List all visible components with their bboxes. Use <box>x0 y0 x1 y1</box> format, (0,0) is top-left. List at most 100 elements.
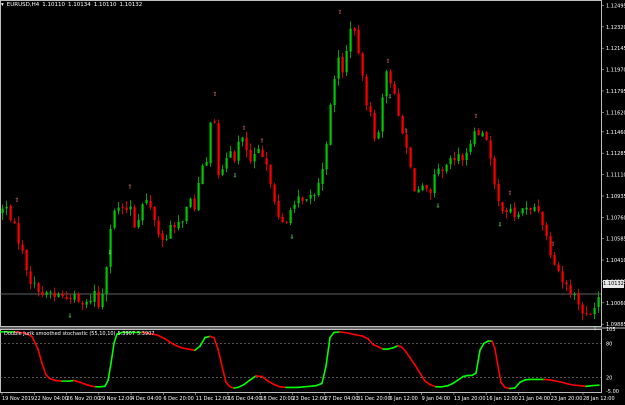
stoch-segment <box>543 378 551 381</box>
candle-bear <box>153 206 156 221</box>
indicator-tick-label: -5.00 <box>606 389 619 395</box>
candle-bull <box>469 143 472 152</box>
time-tick-label: 18 Dec 20:00 <box>260 396 294 402</box>
candle-bull <box>325 143 328 170</box>
candle-bull <box>209 122 212 164</box>
candle-bear <box>65 297 68 299</box>
candle-bear <box>265 158 268 165</box>
price-tick-label: 1.10585 <box>606 237 625 243</box>
candle-bear <box>277 200 280 217</box>
fractal-down-icon: ⇩ <box>435 203 440 210</box>
candle-bull <box>525 207 528 210</box>
stoch-segment <box>297 386 305 389</box>
candle-bull <box>117 207 120 211</box>
candle-bull <box>417 189 420 193</box>
candle-bear <box>493 158 496 185</box>
candle-bull <box>241 137 244 142</box>
candle-bear <box>213 121 216 123</box>
candle-bear <box>173 225 176 228</box>
candle-bull <box>421 185 424 191</box>
stoch-segment <box>567 383 575 386</box>
candle-bear <box>269 164 272 185</box>
fractal-up-icon: ⇧ <box>212 91 217 98</box>
candle-bull <box>329 104 332 145</box>
stoch-segment <box>255 375 263 378</box>
fractal-up-icon: ⇧ <box>337 9 342 16</box>
candle-bull <box>509 208 512 213</box>
candle-bear <box>477 130 480 136</box>
stoch-segment <box>585 384 593 388</box>
candle-bull <box>377 132 380 139</box>
price-tick-label: 1.10935 <box>606 194 625 200</box>
candle-bear <box>285 221 288 223</box>
candle-bull <box>457 154 460 162</box>
candle-bull <box>205 161 208 166</box>
candle-bear <box>577 293 580 305</box>
candle-bull <box>165 239 168 241</box>
fractal-up-icon: ⇧ <box>385 58 390 65</box>
candle-bear <box>441 169 444 171</box>
candle-bear <box>413 168 416 192</box>
fractal-down-icon: ⇩ <box>232 173 237 180</box>
stoch-segment <box>333 331 341 334</box>
price-tick-label: 1.11110 <box>606 173 625 179</box>
candle-bear <box>541 211 544 226</box>
time-tick-label: 23 Dec 12:00 <box>293 396 327 402</box>
price-tick-label: 1.11970 <box>606 68 625 74</box>
candle-bull <box>185 206 188 222</box>
candle-bull <box>381 97 384 132</box>
time-tick-label: 13 Jan 20:00 <box>454 396 486 402</box>
candle-bear <box>485 132 488 140</box>
time-tick-label: 28 Jan 12:00 <box>583 396 615 402</box>
indicator-tick-label: 80 <box>606 341 612 347</box>
time-tick-label: 16 Dec 04:00 <box>228 396 262 402</box>
candle-bull <box>197 183 200 211</box>
background <box>0 0 625 405</box>
candle-bear <box>193 198 196 210</box>
candle-bull <box>45 292 48 295</box>
candle-bull <box>317 182 320 196</box>
symbol-label: EURUSD,H4 <box>6 2 40 8</box>
candle-bull <box>145 199 148 204</box>
candle-bull <box>189 198 192 207</box>
candle-bear <box>161 233 164 241</box>
time-tick-label: 19 Nov 2019 <box>2 396 34 402</box>
stoch-segment <box>354 333 363 337</box>
candle-bull <box>309 194 312 199</box>
candle-bull <box>129 206 132 210</box>
candle-bull <box>253 153 256 162</box>
candle-bull <box>177 221 180 229</box>
current-price-badge: 1.10132 <box>603 280 624 288</box>
fractal-up-icon: ⇧ <box>473 113 478 120</box>
candle-bear <box>537 206 540 212</box>
fractal-down-icon: ⇩ <box>592 325 597 332</box>
candle-bull <box>305 199 308 201</box>
candle-bull <box>101 294 104 308</box>
time-tick-label: 31 Dec 20:00 <box>357 396 391 402</box>
candle-bear <box>77 293 80 302</box>
candle-bear <box>25 249 28 271</box>
candle-bear <box>397 93 400 116</box>
candle-bull <box>225 158 228 169</box>
time-tick-label: 22 Nov 04:00 <box>34 396 68 402</box>
ohlc-high: 1.10134 <box>67 2 91 8</box>
candle-bear <box>69 297 72 300</box>
indicator-value-1: 5.3907 <box>117 331 136 337</box>
fractal-up-icon: ⇧ <box>403 128 408 135</box>
candle-bear <box>61 293 64 297</box>
candle-bear <box>373 112 376 139</box>
candle-bull <box>473 131 476 145</box>
price-tick-label: 1.12320 <box>606 25 625 31</box>
time-tick-label: 4 Dec 04:00 <box>131 396 161 402</box>
candle-bull <box>73 294 76 300</box>
stoch-segment <box>441 384 449 388</box>
stoch-segment <box>573 384 581 387</box>
candle-bear <box>405 134 408 148</box>
fractal-up-icon: ⇧ <box>507 190 512 197</box>
candle-bull <box>181 221 184 223</box>
candle-bear <box>561 271 564 283</box>
candle-bear <box>497 184 500 202</box>
candle-bull <box>113 210 116 228</box>
candle-bull <box>521 208 524 214</box>
candle-bear <box>273 184 276 202</box>
